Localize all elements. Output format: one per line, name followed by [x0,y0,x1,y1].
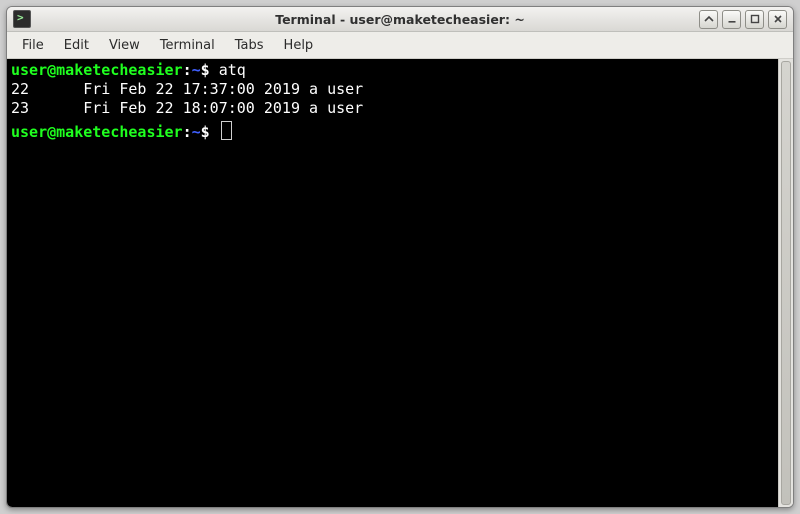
text-cursor [221,121,232,140]
terminal-area: user@maketecheasier:~$ atq22 Fri Feb 22 … [7,59,793,507]
shade-button[interactable] [699,10,718,29]
menu-help[interactable]: Help [275,35,323,56]
titlebar[interactable]: Terminal - user@maketecheasier: ~ [7,7,793,32]
menubar: File Edit View Terminal Tabs Help [7,32,793,59]
window-title: Terminal - user@maketecheasier: ~ [7,12,793,27]
window-buttons [699,10,787,29]
prompt-host: maketecheasier [56,61,182,79]
prompt-user: user [11,123,47,141]
terminal-app-icon [13,10,31,28]
vertical-scrollbar[interactable] [778,59,793,507]
prompt-line-1: user@maketecheasier:~$ atq [11,61,774,80]
prompt-symbol: $ [201,123,210,141]
close-icon [773,14,783,24]
minimize-button[interactable] [722,10,741,29]
prompt-colon: : [183,123,192,141]
prompt-symbol: $ [201,61,210,79]
prompt-path: ~ [192,61,201,79]
menu-tabs[interactable]: Tabs [226,35,273,56]
prompt-user: user [11,61,47,79]
output-line-2: 23 Fri Feb 22 18:07:00 2019 a user [11,99,774,118]
command-1: atq [219,61,246,79]
maximize-button[interactable] [745,10,764,29]
close-button[interactable] [768,10,787,29]
menu-view[interactable]: View [100,35,149,56]
maximize-icon [750,14,760,24]
scrollbar-thumb[interactable] [781,61,791,505]
menu-file[interactable]: File [13,35,53,56]
menu-terminal[interactable]: Terminal [151,35,224,56]
terminal-output[interactable]: user@maketecheasier:~$ atq22 Fri Feb 22 … [7,59,778,507]
prompt-line-2: user@maketecheasier:~$ [11,118,774,142]
terminal-window: Terminal - user@maketecheasier: ~ File E… [6,6,794,508]
prompt-at: @ [47,61,56,79]
prompt-colon: : [183,61,192,79]
output-line-1: 22 Fri Feb 22 17:37:00 2019 a user [11,80,774,99]
prompt-path: ~ [192,123,201,141]
prompt-at: @ [47,123,56,141]
prompt-host: maketecheasier [56,123,182,141]
chevron-up-icon [704,14,714,24]
menu-edit[interactable]: Edit [55,35,98,56]
minimize-icon [727,14,737,24]
